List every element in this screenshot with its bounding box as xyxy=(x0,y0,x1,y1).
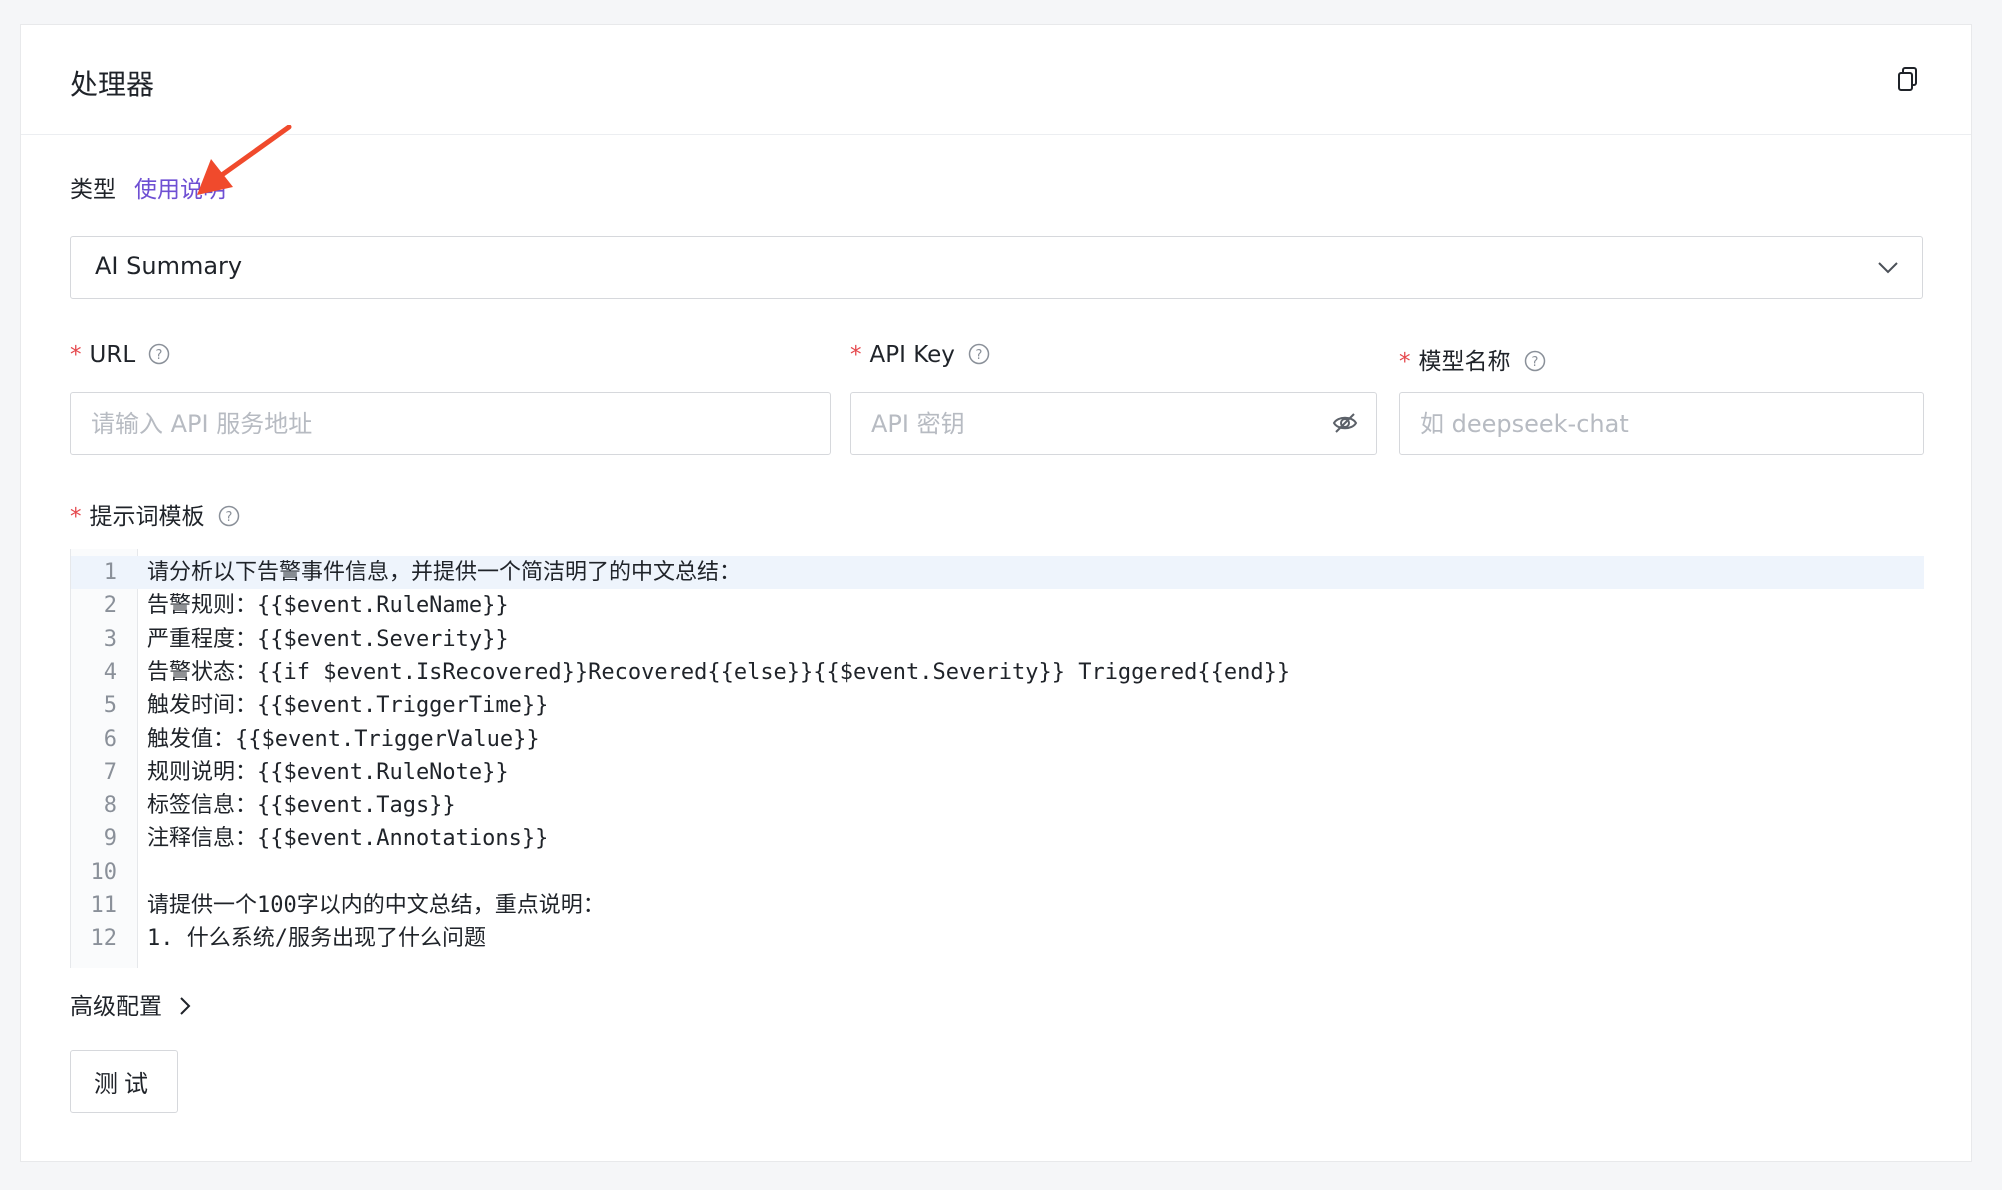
type-select-value: AI Summary xyxy=(95,252,243,280)
panel-header: 处理器 xyxy=(21,25,1971,135)
required-mark: * xyxy=(1399,349,1411,375)
line-number: 3 xyxy=(103,626,117,652)
code-text: 触发时间：{{$event.TriggerTime}} xyxy=(147,693,549,719)
code-line: 2 告警规则：{{$event.RuleName}} xyxy=(71,589,1924,622)
help-icon[interactable]: ? xyxy=(148,343,170,365)
code-line: 4 告警状态：{{if $event.IsRecovered}}Recovered… xyxy=(71,656,1924,689)
code-line: 12 1. 什么系统/服务出现了什么问题 xyxy=(71,922,1924,955)
advanced-config-toggle[interactable]: 高级配置 xyxy=(70,987,193,1021)
line-number: 4 xyxy=(103,659,117,685)
eye-off-icon[interactable] xyxy=(1331,409,1359,437)
line-number: 6 xyxy=(103,726,117,752)
advanced-config-label: 高级配置 xyxy=(70,994,162,1020)
line-number: 11 xyxy=(90,893,118,918)
line-number: 7 xyxy=(103,759,117,785)
line-number: 2 xyxy=(103,593,117,619)
line-number: 10 xyxy=(90,859,118,885)
api-key-label: * API Key ? xyxy=(850,342,990,368)
prompt-template-label-text: 提示词模板 xyxy=(89,504,205,530)
code-text: 注释信息：{{$event.Annotations}} xyxy=(147,826,549,852)
code-line: 8 标签信息：{{$event.Tags}} xyxy=(71,789,1924,822)
chevron-down-icon xyxy=(1878,262,1898,274)
code-text: 请分析以下告警事件信息，并提供一个简洁明了的中文总结： xyxy=(147,560,742,585)
line-number: 12 xyxy=(90,926,118,952)
prompt-code-editor[interactable]: 1 请分析以下告警事件信息，并提供一个简洁明了的中文总结： 2 告警规则：{{$eve… xyxy=(70,549,1924,968)
model-name-label: * 模型名称 ? xyxy=(1399,342,1546,376)
svg-text:?: ? xyxy=(156,348,163,363)
code-text: 严重程度：{{$event.Severity}} xyxy=(147,626,509,652)
required-mark: * xyxy=(850,342,862,368)
line-number: 1 xyxy=(103,560,117,585)
copy-icon[interactable] xyxy=(1895,65,1921,93)
code-line: 6 触发值：{{$event.TriggerValue}} xyxy=(71,723,1924,756)
line-number: 5 xyxy=(103,693,117,719)
code-line: 5 触发时间：{{$event.TriggerTime}} xyxy=(71,689,1924,722)
processor-panel: 处理器 类型 使用说明 AI Summary *URL ? *API Key ? xyxy=(20,24,1972,1162)
help-icon[interactable]: ? xyxy=(968,343,990,365)
annotation-arrow-icon xyxy=(197,125,292,195)
type-label: 类型 xyxy=(70,177,116,203)
url-label-text: URL xyxy=(89,342,136,368)
code-text: 触发值：{{$event.TriggerValue}} xyxy=(147,726,540,752)
code-line: 3 严重程度：{{$event.Severity}} xyxy=(71,623,1924,656)
required-mark: * xyxy=(70,342,82,368)
code-text: 请提供一个100字以内的中文总结，重点说明： xyxy=(147,893,605,918)
code-line: 10 xyxy=(71,856,1924,889)
code-text: 1. 什么系统/服务出现了什么问题 xyxy=(147,926,486,952)
api-key-input[interactable] xyxy=(850,392,1377,455)
help-icon[interactable]: ? xyxy=(1524,350,1546,372)
code-line: 9 注释信息：{{$event.Annotations}} xyxy=(71,822,1924,855)
code-text: 规则说明：{{$event.RuleNote}} xyxy=(147,759,509,785)
svg-text:?: ? xyxy=(225,510,232,525)
api-key-label-text: API Key xyxy=(869,342,955,368)
url-label: * URL ? xyxy=(70,342,170,368)
line-number: 9 xyxy=(103,826,117,852)
svg-text:?: ? xyxy=(976,348,983,363)
code-text: 告警规则：{{$event.RuleName}} xyxy=(147,593,509,619)
code-line: 11 请提供一个100字以内的中文总结，重点说明： xyxy=(71,889,1924,922)
svg-text:?: ? xyxy=(1531,355,1538,370)
type-select[interactable]: AI Summary xyxy=(70,236,1923,299)
url-input[interactable] xyxy=(70,392,831,455)
test-button[interactable]: 测试 xyxy=(70,1050,178,1113)
code-text: 标签信息：{{$event.Tags}} xyxy=(147,793,456,819)
code-line: 1 请分析以下告警事件信息，并提供一个简洁明了的中文总结： xyxy=(71,556,1924,589)
help-icon[interactable]: ? xyxy=(218,505,240,527)
model-name-label-text: 模型名称 xyxy=(1418,349,1511,375)
panel-title: 处理器 xyxy=(70,68,155,101)
code-text: 告警状态：{{if $event.IsRecovered}}Recovered{… xyxy=(147,659,1291,685)
chevron-right-icon xyxy=(180,997,191,1015)
code-line: 7 规则说明：{{$event.RuleNote}} xyxy=(71,756,1924,789)
model-name-input[interactable] xyxy=(1399,392,1924,455)
prompt-template-label: * 提示词模板 ? xyxy=(70,497,240,531)
required-mark: * xyxy=(70,504,82,530)
line-number: 8 xyxy=(103,793,117,819)
